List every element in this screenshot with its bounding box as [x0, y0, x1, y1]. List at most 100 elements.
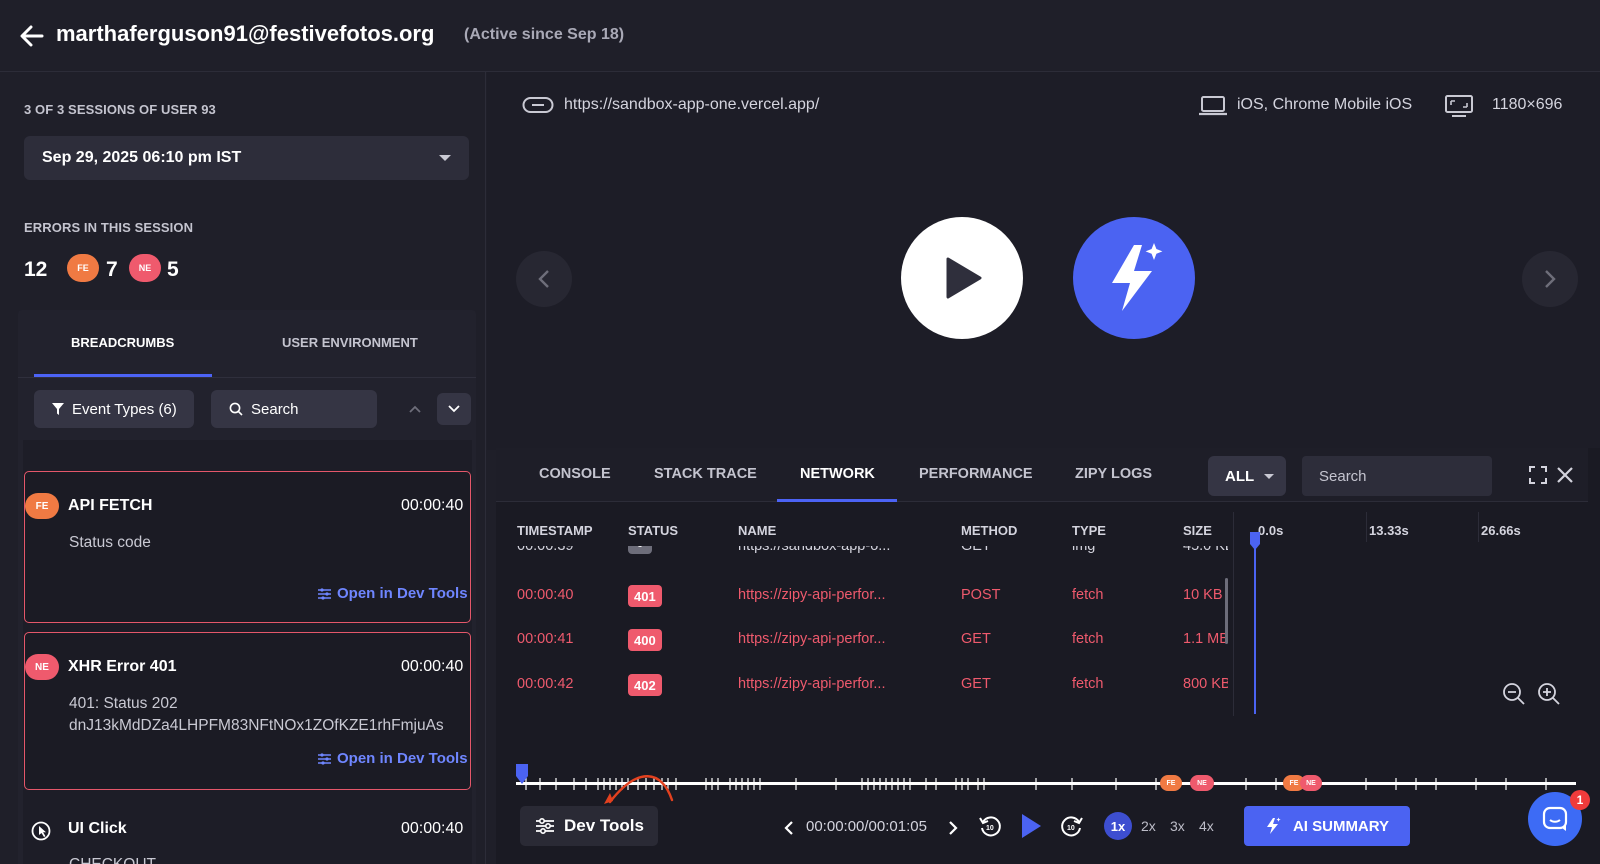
expand-icon[interactable] — [1529, 466, 1547, 489]
speed-3x-button[interactable]: 3x — [1170, 818, 1185, 834]
event-description: 401: Status 202 — [69, 695, 178, 712]
table-scrollbar[interactable] — [1225, 578, 1228, 644]
row-type: fetch — [1072, 631, 1104, 647]
screen-resolution-icon — [1444, 94, 1474, 123]
previous-session-button[interactable] — [516, 251, 572, 307]
previous-event-icon[interactable] — [784, 820, 794, 841]
event-description-detail: dnJ13kMdDZa4LHPFM83NFtNOx1ZOfKZE1rhFmjuA… — [69, 717, 444, 734]
waterfall-tick-label: 13.33s — [1369, 523, 1409, 538]
tab-performance[interactable]: PERFORMANCE — [919, 466, 1033, 482]
row-method: GET — [961, 676, 991, 692]
active-tab-indicator — [777, 499, 897, 502]
row-size: 45.0 KB — [1183, 546, 1228, 554]
network-filter-dropdown[interactable]: ALL — [1208, 456, 1286, 496]
breadcrumb-search-button[interactable]: Search — [211, 390, 377, 428]
timeline-ne-badge[interactable]: NE — [1190, 775, 1214, 791]
caret-down-icon — [1264, 474, 1274, 479]
tab-user-environment[interactable]: USER ENVIRONMENT — [282, 335, 418, 350]
waterfall-divider — [1233, 512, 1234, 716]
tab-network[interactable]: NETWORK — [800, 466, 875, 482]
waterfall-tick-line — [1478, 512, 1479, 542]
errors-total: 12 — [24, 258, 48, 281]
row-status: 401 — [628, 585, 662, 607]
row-timestamp: 00:00:42 — [517, 676, 574, 692]
column-header-type[interactable]: TYPE — [1072, 523, 1106, 538]
timeline-playhead[interactable] — [516, 764, 528, 789]
session-dropdown[interactable]: Sep 29, 2025 06:10 pm IST — [24, 136, 469, 180]
column-header-size[interactable]: SIZE — [1183, 523, 1212, 538]
ai-insights-button[interactable] — [1073, 217, 1195, 339]
row-timestamp: 00:00:41 — [517, 631, 574, 647]
play-session-button[interactable] — [901, 217, 1023, 339]
zoom-out-icon[interactable] — [1502, 682, 1526, 711]
event-types-label: Event Types (6) — [72, 400, 177, 418]
row-type: fetch — [1072, 676, 1104, 692]
waterfall-tick-label: 0.0s — [1258, 523, 1284, 538]
network-search-input[interactable] — [1302, 456, 1492, 496]
playback-time: 00:00:00/00:01:05 — [806, 818, 927, 835]
row-timestamp: 00:00:40 — [517, 587, 574, 603]
close-icon[interactable] — [1556, 466, 1574, 489]
column-header-status[interactable]: STATUS — [628, 523, 678, 538]
event-description: CHECKOUT — [69, 856, 156, 864]
svg-text:10: 10 — [1067, 825, 1075, 832]
table-row[interactable]: 00:00:42 402 https://zipy-api-perfor... … — [516, 671, 1228, 701]
next-event-button[interactable] — [437, 393, 471, 425]
laptop-icon — [1198, 95, 1228, 122]
speed-4x-button[interactable]: 4x — [1199, 818, 1214, 834]
tab-zipy-logs[interactable]: ZIPY LOGS — [1075, 466, 1152, 482]
chevron-left-icon — [538, 270, 549, 288]
next-session-button[interactable] — [1522, 251, 1578, 307]
row-size: 10 KB — [1183, 587, 1223, 603]
tab-stack-trace[interactable]: STACK TRACE — [654, 466, 757, 482]
previous-event-button[interactable] — [398, 393, 432, 425]
dev-tools-toggle-button[interactable]: Dev Tools — [520, 806, 658, 846]
open-in-dev-tools-label: Open in Dev Tools — [337, 750, 468, 767]
row-name: https://sandbox-app-o... — [738, 546, 891, 554]
row-name: https://zipy-api-perfor... — [738, 587, 886, 603]
table-row[interactable]: 00:00:39 0 https://sandbox-app-o... GET … — [516, 546, 1228, 556]
rewind-10-icon[interactable]: 10 — [978, 814, 1002, 843]
tab-console[interactable]: CONSOLE — [539, 466, 611, 482]
sliders-icon — [536, 818, 554, 834]
caret-down-icon — [439, 155, 451, 161]
device-info: iOS, Chrome Mobile iOS — [1237, 96, 1413, 113]
event-types-filter-button[interactable]: Event Types (6) — [34, 390, 194, 428]
open-in-dev-tools-link[interactable]: Open in Dev Tools — [318, 585, 468, 602]
filter-icon — [52, 403, 64, 415]
row-status: 400 — [628, 629, 662, 651]
open-in-dev-tools-link[interactable]: Open in Dev Tools — [318, 750, 468, 767]
table-row[interactable]: 00:00:41 400 https://zipy-api-perfor... … — [516, 626, 1228, 656]
network-filter-value: ALL — [1225, 467, 1255, 485]
dev-tools-label: Dev Tools — [564, 816, 644, 835]
event-description: Status code — [69, 534, 151, 551]
column-header-name[interactable]: NAME — [738, 523, 776, 538]
column-header-method[interactable]: METHOD — [961, 523, 1017, 538]
next-event-icon[interactable] — [948, 820, 958, 841]
screen-resolution: 1180×696 — [1492, 96, 1563, 113]
column-header-timestamp[interactable]: TIMESTAMP — [517, 523, 593, 538]
session-url: https://sandbox-app-one.vercel.app/ — [564, 96, 820, 113]
event-title: UI Click — [68, 820, 127, 837]
back-arrow-icon[interactable] — [18, 22, 46, 50]
play-icon[interactable] — [1020, 813, 1042, 844]
lightning-sparkle-icon — [1266, 817, 1281, 834]
session-player — [487, 72, 1600, 450]
ai-summary-button[interactable]: AI SUMMARY — [1244, 806, 1410, 846]
speed-1x-button[interactable]: 1x — [1104, 812, 1132, 840]
timeline-ne-badge[interactable]: NE — [1300, 775, 1322, 791]
row-type: fetch — [1072, 587, 1104, 603]
timeline-fe-badge[interactable]: FE — [1160, 775, 1182, 791]
tab-breadcrumbs[interactable]: BREADCRUMBS — [71, 335, 174, 350]
table-row[interactable]: 00:00:40 401 https://zipy-api-perfor... … — [516, 582, 1228, 612]
chevron-up-icon — [409, 405, 421, 413]
search-label: Search — [251, 400, 299, 418]
speed-2x-button[interactable]: 2x — [1141, 818, 1156, 834]
sessions-label: 3 OF 3 SESSIONS OF USER 93 — [24, 102, 216, 117]
zoom-in-icon[interactable] — [1537, 682, 1561, 711]
row-status: 402 — [628, 674, 662, 696]
row-size: 800 KB — [1183, 676, 1228, 692]
chevron-right-icon — [1545, 270, 1556, 288]
forward-10-icon[interactable]: 10 — [1060, 814, 1084, 843]
row-size: 1.1 MB — [1183, 631, 1228, 647]
